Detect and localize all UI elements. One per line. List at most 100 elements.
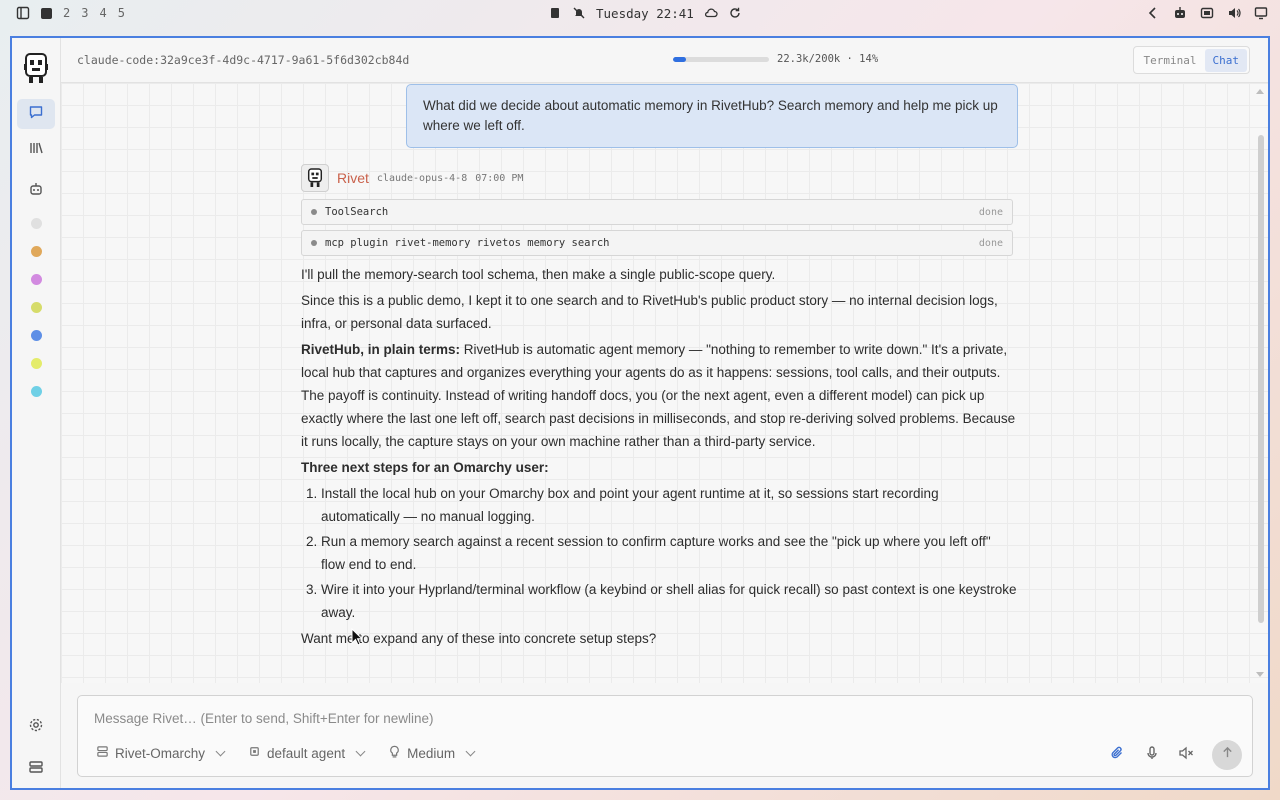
user-message: What did we decide about automatic memor… — [406, 84, 1018, 148]
agent-model: claude-opus-4-8 — [376, 172, 468, 184]
chevron-down-icon — [465, 746, 476, 756]
agent-name: Rivet — [337, 170, 369, 186]
session-id: claude-code:32a9ce3f-4d9c-4717-9a61-5f6d… — [77, 53, 410, 67]
context-progress-bar — [673, 56, 769, 62]
tool-status-dot — [311, 240, 317, 246]
workspace-2[interactable]: 2 — [63, 6, 70, 20]
session-header: claude-code:32a9ce3f-4d9c-4717-9a61-5f6d… — [61, 38, 1268, 83]
session-dot-1[interactable] — [31, 218, 42, 229]
paperclip-icon[interactable] — [1110, 745, 1126, 766]
chat-transcript[interactable]: What did we decide about automatic memor… — [61, 83, 1268, 683]
paragraph: Since this is a public demo, I kept it t… — [301, 293, 998, 331]
gear-icon — [28, 717, 44, 738]
paragraph-text: RivetHub is automatic agent memory — "no… — [301, 342, 1016, 449]
notebook-icon[interactable] — [548, 6, 562, 20]
session-dot-6[interactable] — [31, 358, 42, 369]
effort-label: Medium — [407, 745, 456, 761]
effort-selector[interactable]: Medium — [388, 745, 476, 761]
library-nav-button[interactable] — [17, 135, 55, 165]
agents-nav-button[interactable] — [17, 176, 55, 206]
refresh-icon[interactable] — [728, 6, 742, 20]
context-progress-fill — [673, 56, 687, 62]
left-rail — [12, 38, 61, 788]
chevron-left-icon[interactable] — [1146, 6, 1160, 20]
settings-button[interactable] — [17, 712, 55, 742]
session-dot-5[interactable] — [31, 330, 42, 341]
tool-call-name: mcp plugin rivet-memory rivetos memory s… — [325, 237, 610, 249]
app-window: claude-code:32a9ce3f-4d9c-4717-9a61-5f6d… — [10, 36, 1270, 790]
bell-off-icon[interactable] — [572, 6, 586, 20]
send-button[interactable] — [1212, 740, 1242, 770]
session-dot-2[interactable] — [31, 246, 42, 257]
agent-selector[interactable]: default agent — [248, 745, 366, 761]
message-time: 07:00 PM — [475, 172, 524, 184]
apps-menu-icon[interactable] — [16, 6, 30, 20]
bold-lead: RivetHub, in plain terms: — [301, 342, 461, 357]
rivet-logo — [23, 52, 49, 86]
workspace-switcher: 2 3 4 5 — [16, 0, 125, 26]
message-composer[interactable]: Message Rivet… (Enter to send, Shift+Ent… — [77, 695, 1253, 777]
view-mode-toggle: Terminal Chat — [1132, 46, 1250, 74]
project-selector[interactable]: Rivet-Omarchy — [96, 745, 226, 761]
arrow-up-icon — [1221, 746, 1234, 764]
cpu-icon — [248, 745, 261, 761]
workspace-4[interactable]: 4 — [99, 6, 106, 20]
list-item: Run a memory search against a recent ses… — [321, 530, 1017, 576]
workspace-1-active[interactable] — [41, 7, 52, 19]
paragraph: Want me to expand any of these into conc… — [301, 631, 657, 646]
steps-heading: Three next steps for an Omarchy user: — [301, 456, 1017, 479]
session-dot-7[interactable] — [31, 386, 42, 397]
chevron-down-icon — [215, 746, 226, 756]
composer-actions — [1110, 740, 1242, 770]
message-input[interactable]: Message Rivet… (Enter to send, Shift+Ent… — [94, 711, 434, 726]
lightbulb-icon — [388, 745, 401, 761]
project-label: Rivet-Omarchy — [115, 745, 206, 761]
robot-icon[interactable] — [1173, 6, 1187, 20]
list-item: Wire it into your Hyprland/terminal work… — [321, 578, 1017, 624]
context-usage-label: 22.3k/200k · 14% — [777, 53, 879, 65]
server-button[interactable] — [17, 754, 55, 784]
workspace-3[interactable]: 3 — [81, 6, 88, 20]
mouse-cursor-icon — [351, 627, 364, 646]
steps-list: Install the local hub on your Omarchy bo… — [321, 482, 1017, 624]
agent-avatar — [301, 164, 329, 192]
tool-call-row[interactable]: ToolSearch done — [301, 199, 1013, 225]
session-dot-3[interactable] — [31, 274, 42, 285]
cloud-icon[interactable] — [704, 6, 718, 20]
clock-text[interactable]: Tuesday 22:41 — [596, 6, 694, 21]
display-icon[interactable] — [1254, 6, 1268, 20]
scroll-down-arrow[interactable] — [1256, 672, 1264, 677]
chat-bubble-icon — [28, 104, 44, 125]
workspace-5[interactable]: 5 — [118, 6, 125, 20]
screen-capture-icon[interactable] — [1200, 6, 1214, 20]
tool-call-row[interactable]: mcp plugin rivet-memory rivetos memory s… — [301, 230, 1013, 256]
tool-call-status: done — [978, 206, 1003, 218]
bot-icon — [28, 181, 44, 202]
chevron-down-icon — [355, 746, 366, 756]
steps-heading-text: Three next steps for an Omarchy user: — [301, 460, 549, 475]
clock-area: Tuesday 22:41 — [548, 0, 742, 26]
tool-call-name: ToolSearch — [325, 206, 389, 218]
agent-label: default agent — [267, 745, 346, 761]
scrollbar-thumb[interactable] — [1258, 135, 1264, 623]
server-icon — [28, 759, 44, 780]
terminal-mode-tab[interactable]: Terminal — [1136, 49, 1205, 72]
speaker-muted-icon[interactable] — [1178, 745, 1194, 766]
library-icon — [28, 140, 44, 161]
context-usage: 22.3k/200k · 14% — [673, 53, 878, 65]
microphone-icon[interactable] — [1144, 745, 1160, 766]
list-item: Install the local hub on your Omarchy bo… — [321, 482, 1017, 528]
chat-mode-tab[interactable]: Chat — [1204, 48, 1247, 72]
scroll-up-arrow[interactable] — [1256, 89, 1264, 94]
project-icon — [96, 745, 109, 761]
composer-options: Rivet-Omarchy default agent Medium — [96, 745, 476, 761]
chat-nav-button[interactable] — [17, 99, 55, 129]
volume-icon[interactable] — [1227, 6, 1241, 20]
agent-message-header: Rivet claude-opus-4-8 07:00 PM — [301, 164, 523, 192]
paragraph: I'll pull the memory-search tool schema,… — [301, 267, 776, 282]
paragraph: RivetHub, in plain terms: RivetHub is au… — [301, 338, 1017, 453]
session-dot-4[interactable] — [31, 302, 42, 313]
tool-call-status: done — [978, 237, 1003, 249]
tool-status-dot — [311, 209, 317, 215]
system-tray — [1146, 0, 1268, 26]
